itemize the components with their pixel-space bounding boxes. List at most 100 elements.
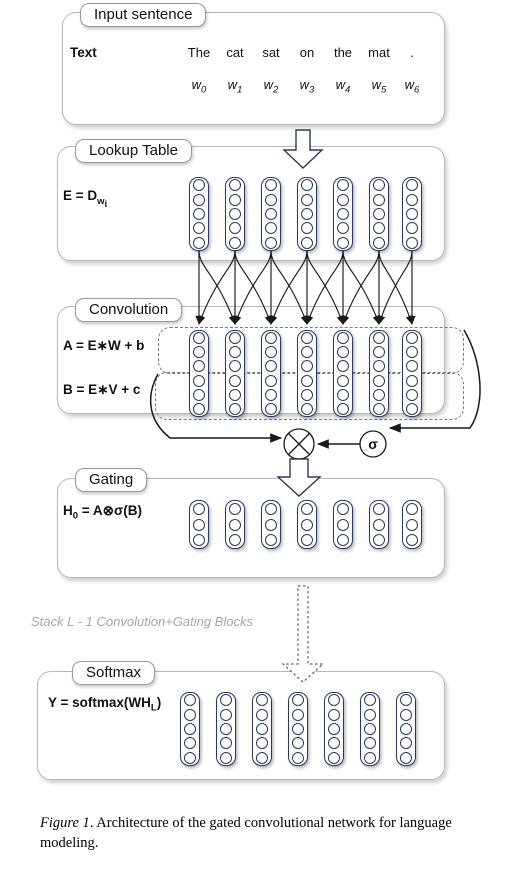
softmax-node-1-0 bbox=[220, 694, 232, 707]
softmax-node-5-2 bbox=[364, 722, 376, 735]
lookup-node-0-0 bbox=[193, 179, 205, 192]
softmax-node-3-0 bbox=[292, 694, 304, 707]
lookup-node-6-1 bbox=[406, 193, 418, 206]
convolution-node-5-0 bbox=[373, 332, 385, 345]
convolution-node-6-4 bbox=[406, 388, 418, 401]
lookup-node-5-2 bbox=[373, 207, 385, 220]
lookup-column-0 bbox=[189, 177, 209, 251]
convolution-node-6-0 bbox=[406, 332, 418, 345]
gating-node-5-2 bbox=[373, 534, 385, 547]
softmax-node-3-3 bbox=[292, 737, 304, 750]
gating-node-3-2 bbox=[301, 534, 313, 547]
gating-node-6-2 bbox=[406, 534, 418, 547]
lookup-node-3-2 bbox=[301, 207, 313, 220]
lookup-node-2-0 bbox=[265, 179, 277, 192]
softmax-column-1 bbox=[216, 692, 236, 766]
word-index-sub-3: 3 bbox=[309, 84, 315, 96]
convolution-node-6-5 bbox=[406, 403, 418, 416]
word-index-base-4: w bbox=[335, 77, 346, 92]
softmax-column-5 bbox=[360, 692, 380, 766]
gating-column-4 bbox=[333, 500, 353, 550]
figure-caption: Figure 1. Architecture of the gated conv… bbox=[40, 813, 480, 853]
lookup-node-1-3 bbox=[229, 222, 241, 235]
convolution-formula-a: A = E∗W + b bbox=[63, 338, 145, 353]
lookup-column-2 bbox=[261, 177, 281, 251]
gating-node-4-0 bbox=[337, 502, 349, 515]
softmax-node-1-1 bbox=[220, 708, 232, 721]
gating-node-2-1 bbox=[265, 518, 277, 531]
word-index-sub-1: 1 bbox=[237, 84, 243, 96]
softmax-node-6-2 bbox=[400, 722, 412, 735]
lookup-node-6-0 bbox=[406, 179, 418, 192]
panel-softmax bbox=[37, 671, 445, 780]
convolution-node-6-3 bbox=[406, 374, 418, 387]
gating-column-3 bbox=[297, 500, 317, 550]
panel-label-lookup-table: Lookup Table bbox=[75, 139, 192, 163]
lookup-node-0-3 bbox=[193, 222, 205, 235]
convolution-node-0-1 bbox=[193, 346, 205, 359]
lookup-node-1-0 bbox=[229, 179, 241, 192]
convolution-node-5-4 bbox=[373, 388, 385, 401]
convolution-node-5-2 bbox=[373, 360, 385, 373]
lookup-node-5-0 bbox=[373, 179, 385, 192]
softmax-formula-post: ) bbox=[156, 695, 162, 710]
gating-node-1-1 bbox=[229, 518, 241, 531]
softmax-node-0-1 bbox=[184, 708, 196, 721]
lookup-node-4-4 bbox=[337, 236, 349, 249]
softmax-node-4-3 bbox=[328, 737, 340, 750]
softmax-node-1-2 bbox=[220, 722, 232, 735]
convolution-node-2-1 bbox=[265, 346, 277, 359]
gating-column-1 bbox=[225, 500, 245, 550]
softmax-node-5-1 bbox=[364, 708, 376, 721]
convolution-column-6 bbox=[402, 330, 422, 418]
gating-node-6-1 bbox=[406, 518, 418, 531]
lookup-node-5-3 bbox=[373, 222, 385, 235]
softmax-node-0-3 bbox=[184, 737, 196, 750]
gating-column-6 bbox=[402, 500, 422, 550]
convolution-column-4 bbox=[333, 330, 353, 418]
product-gate-x-stroke-1 bbox=[287, 432, 311, 456]
convolution-node-5-5 bbox=[373, 403, 385, 416]
lookup-node-4-2 bbox=[337, 207, 349, 220]
softmax-node-0-0 bbox=[184, 694, 196, 707]
lookup-node-2-2 bbox=[265, 207, 277, 220]
lookup-node-3-3 bbox=[301, 222, 313, 235]
gating-formula-main: H bbox=[63, 503, 73, 518]
input-row-label: Text bbox=[70, 45, 97, 60]
softmax-node-5-4 bbox=[364, 751, 376, 764]
softmax-node-3-1 bbox=[292, 708, 304, 721]
stack-blocks-note: Stack L - 1 Convolution+Gating Blocks bbox=[31, 614, 253, 629]
gating-node-4-1 bbox=[337, 518, 349, 531]
convolution-column-0 bbox=[189, 330, 209, 418]
convolution-node-4-3 bbox=[337, 374, 349, 387]
convolution-node-1-3 bbox=[229, 374, 241, 387]
lookup-node-3-0 bbox=[301, 179, 313, 192]
word-index-sub-5: 5 bbox=[381, 84, 387, 96]
softmax-node-4-2 bbox=[328, 722, 340, 735]
softmax-node-3-2 bbox=[292, 722, 304, 735]
convolution-node-4-4 bbox=[337, 388, 349, 401]
softmax-node-2-2 bbox=[256, 722, 268, 735]
lookup-node-4-0 bbox=[337, 179, 349, 192]
softmax-column-2 bbox=[252, 692, 272, 766]
softmax-node-6-0 bbox=[400, 694, 412, 707]
convolution-node-4-0 bbox=[337, 332, 349, 345]
product-gate-x-stroke-2 bbox=[287, 432, 311, 456]
lookup-node-1-4 bbox=[229, 236, 241, 249]
convolution-column-2 bbox=[261, 330, 281, 418]
gating-node-2-0 bbox=[265, 502, 277, 515]
convolution-node-3-5 bbox=[301, 403, 313, 416]
panel-label-softmax: Softmax bbox=[72, 661, 156, 685]
softmax-node-2-0 bbox=[256, 694, 268, 707]
gating-formula: H0 = A⊗σ(B) bbox=[63, 503, 142, 522]
panel-label-gating: Gating bbox=[75, 468, 148, 492]
softmax-formula-pre: Y = softmax(WH bbox=[48, 695, 151, 710]
convolution-node-6-2 bbox=[406, 360, 418, 373]
lookup-node-4-3 bbox=[337, 222, 349, 235]
gating-node-4-2 bbox=[337, 534, 349, 547]
softmax-column-3 bbox=[288, 692, 308, 766]
gating-column-2 bbox=[261, 500, 281, 550]
convolution-node-5-3 bbox=[373, 374, 385, 387]
lookup-node-6-3 bbox=[406, 222, 418, 235]
lookup-formula-sub: w bbox=[97, 195, 105, 207]
